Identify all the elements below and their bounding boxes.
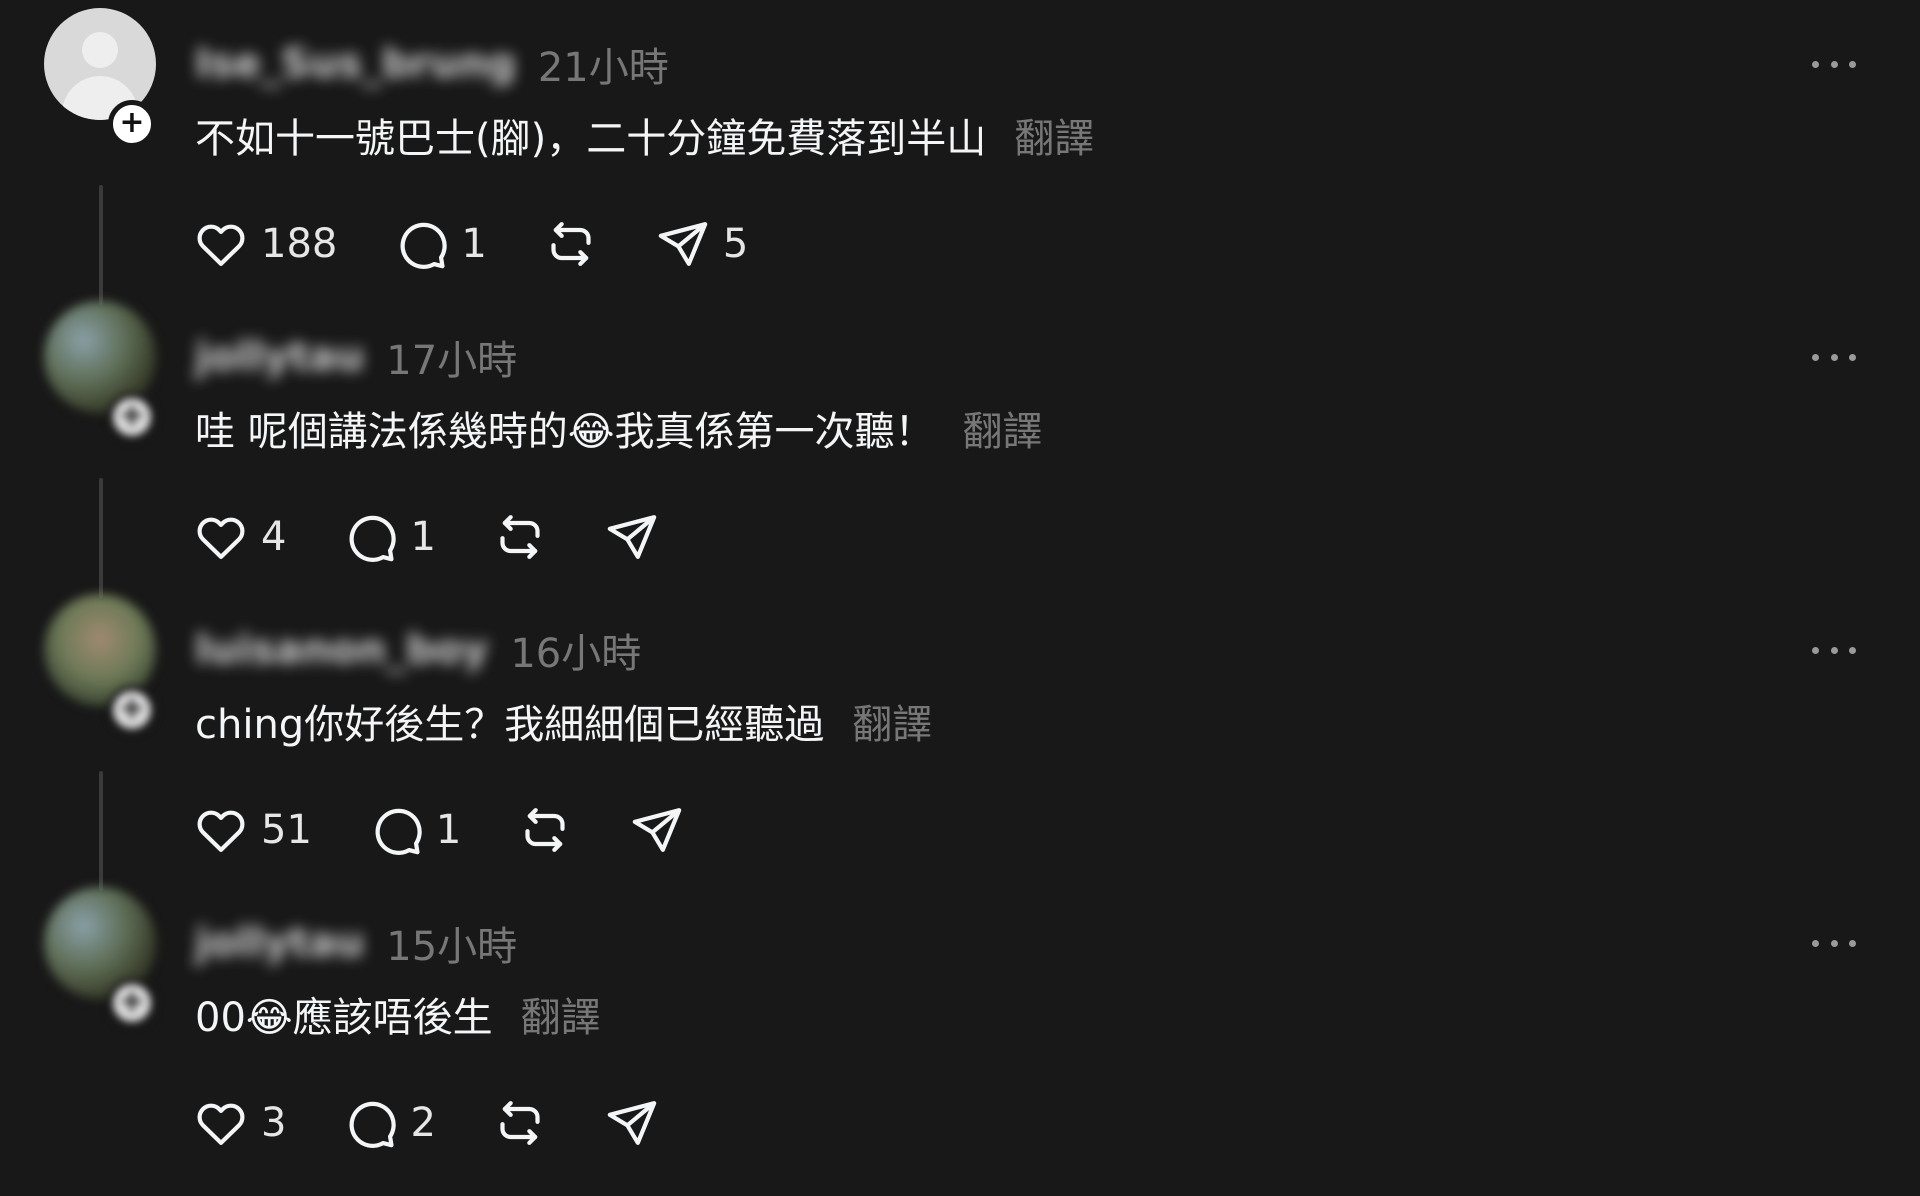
comment-bubble-icon — [349, 515, 397, 562]
like-count: 4 — [261, 514, 287, 560]
repost-icon — [551, 222, 591, 266]
thread-connector-line — [99, 771, 103, 891]
username[interactable]: jollytau — [195, 334, 364, 380]
send-icon — [633, 808, 682, 852]
timestamp[interactable]: 21小時 — [538, 35, 669, 93]
share-button[interactable] — [604, 509, 672, 565]
action-bar: 4 1 — [193, 507, 728, 567]
reply-count: 1 — [410, 514, 436, 560]
action-bar: 188 1 5 — [193, 214, 804, 274]
comment-bubble-icon — [400, 222, 448, 269]
reply-button[interactable]: 1 — [342, 509, 436, 565]
more-dots-icon[interactable] — [1812, 42, 1856, 86]
action-bar: 51 1 — [193, 800, 753, 860]
like-button[interactable]: 188 — [193, 216, 337, 272]
share-count: 5 — [722, 221, 749, 267]
heart-icon — [197, 1103, 245, 1145]
comment-item: + Ise_Sus_brung 21小時 不如十一號巴士(腳)，二十分鐘免費落到… — [0, 0, 1920, 305]
share-button[interactable]: 5 — [655, 216, 748, 272]
action-bar: 3 2 — [193, 1093, 728, 1153]
heart-icon — [197, 810, 245, 852]
like-count: 3 — [261, 1100, 287, 1146]
heart-icon — [197, 224, 245, 266]
like-count: 188 — [261, 221, 338, 267]
comment-header: luisanon_boy 16小時 — [195, 622, 641, 678]
like-button[interactable]: 51 — [193, 802, 312, 858]
like-count: 51 — [261, 807, 312, 853]
repost-icon — [500, 1101, 540, 1145]
like-button[interactable]: 3 — [193, 1095, 286, 1151]
reply-button[interactable]: 2 — [342, 1095, 436, 1151]
share-button[interactable] — [629, 802, 697, 858]
reply-button[interactable]: 1 — [368, 802, 461, 858]
translate-link[interactable]: 翻譯 — [521, 985, 601, 1043]
comment-bubble-icon — [375, 808, 422, 855]
comment-text: ching你好後生？我細細個已經聽過 — [195, 702, 825, 748]
comment-header: jollytau 15小時 — [195, 915, 517, 971]
comment-bubble-icon — [349, 1101, 397, 1148]
comment-text: 00😂應該唔後生 — [195, 995, 493, 1041]
repost-icon — [500, 515, 540, 559]
comment-text: 不如十一號巴士(腳)，二十分鐘免費落到半山 — [195, 116, 987, 162]
translate-link[interactable]: 翻譯 — [1014, 106, 1094, 164]
more-dots-icon[interactable] — [1812, 921, 1856, 965]
send-icon — [607, 1101, 657, 1145]
comment-body: 00😂應該唔後生 翻譯 — [195, 985, 601, 1043]
reply-button[interactable]: 1 — [393, 216, 487, 272]
comment-body: 不如十一號巴士(腳)，二十分鐘免費落到半山 翻譯 — [195, 106, 1094, 164]
follow-plus-icon[interactable]: + — [108, 393, 156, 441]
reply-count: 1 — [461, 221, 487, 267]
reply-count: 2 — [410, 1100, 436, 1146]
comment-item: + jollytau 15小時 00😂應該唔後生 翻譯 3 2 — [0, 879, 1920, 1172]
follow-plus-icon[interactable]: + — [108, 686, 156, 734]
comment-body: ching你好後生？我細細個已經聽過 翻譯 — [195, 692, 932, 750]
translate-link[interactable]: 翻譯 — [852, 692, 932, 750]
follow-plus-icon[interactable]: + — [108, 100, 156, 148]
comment-header: Ise_Sus_brung 21小時 — [195, 36, 669, 92]
comment-text: 哇 呢個講法係幾時的😂我真係第一次聽！ — [195, 409, 935, 455]
follow-plus-icon[interactable]: + — [108, 979, 156, 1027]
timestamp[interactable]: 17小時 — [386, 328, 517, 386]
username[interactable]: luisanon_boy — [195, 627, 488, 673]
reply-count: 1 — [435, 807, 462, 853]
comment-thread: + Ise_Sus_brung 21小時 不如十一號巴士(腳)，二十分鐘免費落到… — [0, 0, 1920, 1196]
more-dots-icon[interactable] — [1812, 628, 1856, 672]
like-button[interactable]: 4 — [193, 509, 286, 565]
avatar-head — [82, 32, 118, 68]
username[interactable]: jollytau — [195, 920, 364, 966]
comment-item: + jollytau 17小時 哇 呢個講法係幾時的😂我真係第一次聽！ 翻譯 4… — [0, 293, 1920, 598]
username[interactable]: Ise_Sus_brung — [195, 41, 516, 87]
repost-button[interactable] — [492, 509, 548, 565]
send-icon — [607, 515, 657, 559]
heart-icon — [197, 517, 245, 559]
translate-link[interactable]: 翻譯 — [962, 399, 1042, 457]
thread-connector-line — [99, 185, 103, 305]
repost-icon — [525, 808, 565, 852]
timestamp[interactable]: 15小時 — [386, 914, 517, 972]
more-dots-icon[interactable] — [1812, 335, 1856, 379]
comment-item: + luisanon_boy 16小時 ching你好後生？我細細個已經聽過 翻… — [0, 586, 1920, 891]
thread-connector-line — [99, 478, 103, 598]
repost-button[interactable] — [517, 802, 573, 858]
timestamp[interactable]: 16小時 — [510, 621, 641, 679]
comment-header: jollytau 17小時 — [195, 329, 517, 385]
repost-button[interactable] — [492, 1095, 548, 1151]
share-button[interactable] — [604, 1095, 672, 1151]
repost-button[interactable] — [543, 216, 599, 272]
send-icon — [658, 222, 708, 266]
comment-body: 哇 呢個講法係幾時的😂我真係第一次聽！ 翻譯 — [195, 399, 1042, 457]
